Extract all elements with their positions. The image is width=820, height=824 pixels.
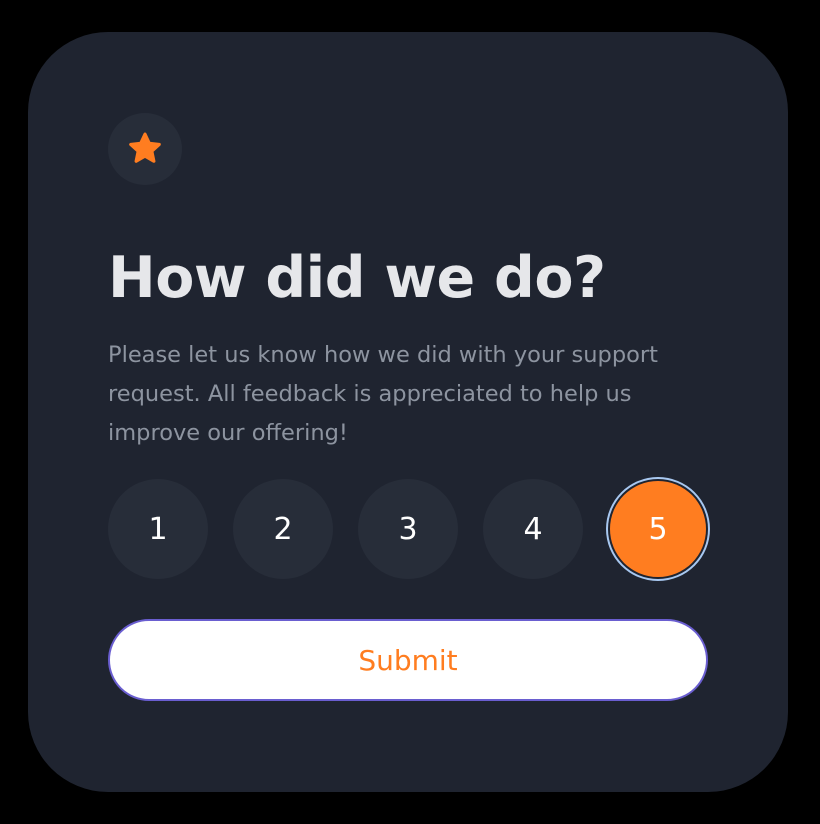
page-title: How did we do? bbox=[108, 245, 606, 311]
rating-option-4[interactable]: 4 bbox=[483, 479, 583, 579]
description-text: Please let us know how we did with your … bbox=[108, 342, 658, 446]
rating-option-5[interactable]: 5 bbox=[610, 481, 706, 577]
rating-card: How did we do? Please let us know how we… bbox=[28, 32, 788, 792]
star-badge bbox=[108, 113, 182, 185]
rating-option-3[interactable]: 3 bbox=[358, 479, 458, 579]
rating-options: 1 2 3 4 5 bbox=[108, 479, 708, 579]
rating-option-2[interactable]: 2 bbox=[233, 479, 333, 579]
star-icon bbox=[129, 132, 161, 163]
submit-button[interactable]: Submit bbox=[108, 619, 708, 701]
rating-option-1[interactable]: 1 bbox=[108, 479, 208, 579]
